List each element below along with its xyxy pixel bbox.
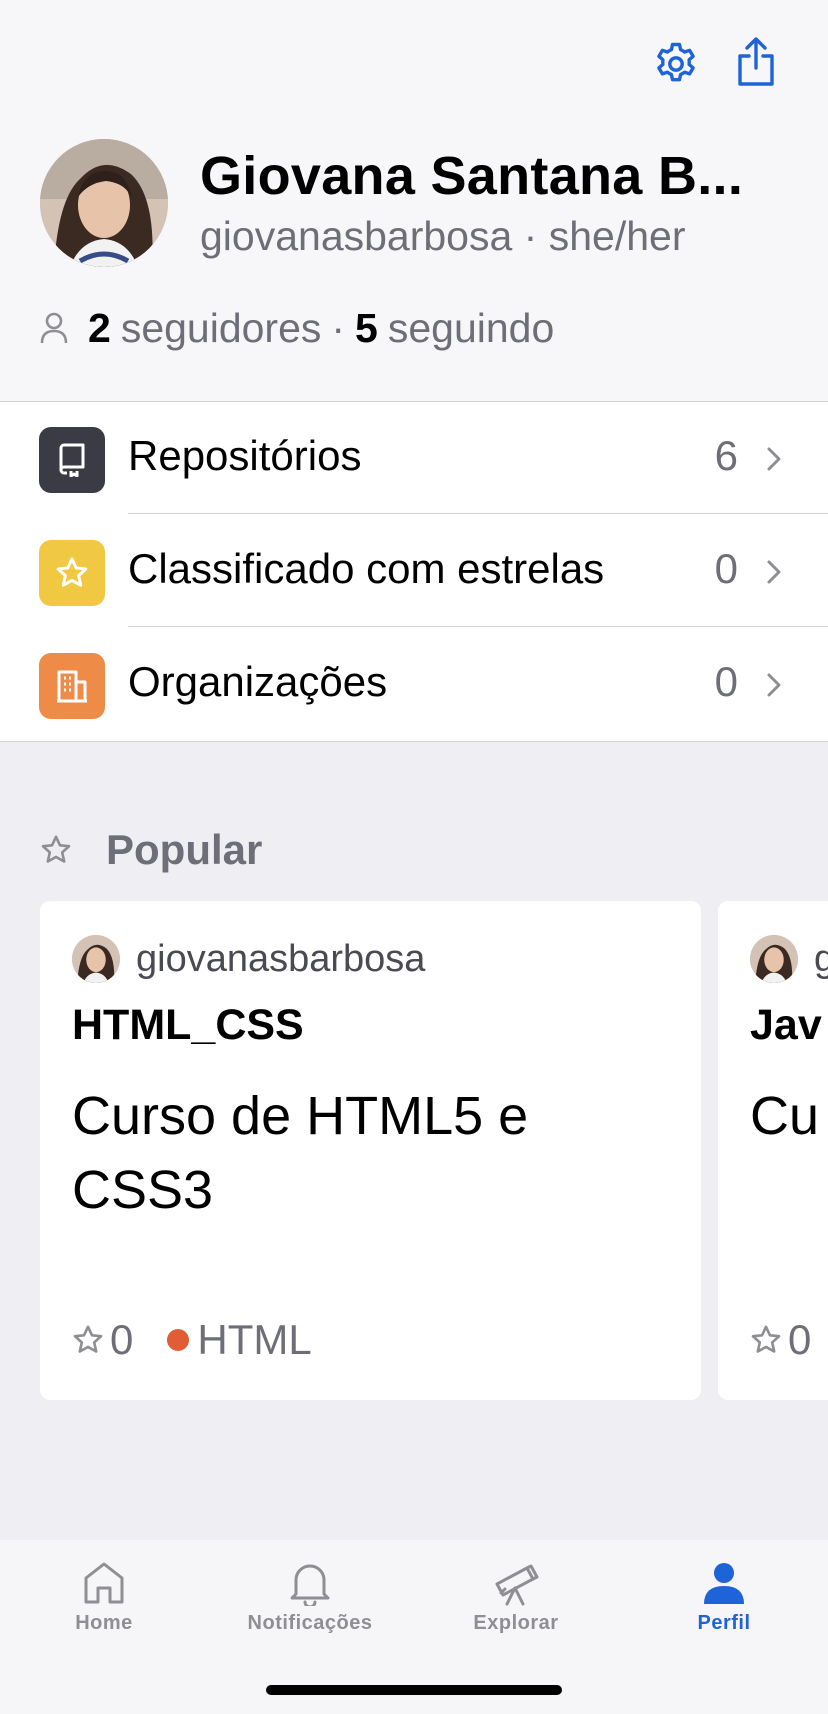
card-stats: 0: [750, 1316, 811, 1364]
tab-notifications[interactable]: Notificações: [230, 1560, 390, 1635]
organization-tile: [39, 653, 105, 719]
owner-avatar: [750, 935, 798, 983]
followers-count: 2: [88, 304, 111, 351]
star-tile: [39, 540, 105, 606]
popular-repo-card[interactable]: giovanasbarbosa HTML_CSS Curso de HTML5 …: [40, 901, 701, 1400]
followers-label: seguidores: [120, 304, 322, 351]
popular-title: Popular: [106, 826, 263, 873]
repo-icon: [59, 443, 85, 477]
share-icon: [738, 37, 774, 86]
star-outline-icon: [41, 835, 71, 863]
following-label: seguindo: [387, 304, 555, 351]
menu-item-label: Repositórios: [128, 432, 362, 479]
card-repo-name: Jav: [750, 1001, 822, 1049]
tab-label: Notificações: [247, 1612, 373, 1634]
divider: [128, 626, 828, 627]
menu-item-organizations[interactable]: Organizações 0: [0, 628, 828, 740]
card-description: Curso de HTML5 e CSS3: [72, 1086, 529, 1220]
menu-item-starred[interactable]: Classificado com estrelas 0: [0, 515, 828, 627]
share-button[interactable]: [732, 36, 780, 88]
card-owner[interactable]: giovanasbarbosa: [72, 935, 425, 983]
tab-home[interactable]: Home: [24, 1560, 184, 1635]
tab-explore[interactable]: Explorar: [436, 1560, 596, 1635]
repo-tile: [39, 427, 105, 493]
settings-button[interactable]: [650, 38, 702, 90]
divider: [128, 513, 828, 514]
avatar-image: [40, 139, 168, 267]
telescope-icon: [495, 1564, 539, 1606]
tab-label: Home: [75, 1612, 133, 1634]
tab-profile[interactable]: Perfil: [644, 1560, 804, 1635]
popular-repo-card-partial[interactable]: g Jav Cu 0: [718, 901, 828, 1400]
home-icon: [84, 1562, 124, 1604]
star-outline-icon: [751, 1325, 781, 1353]
card-stats: 0 HTML: [72, 1316, 312, 1364]
card-owner[interactable]: g: [750, 935, 828, 983]
tab-label: Perfil: [697, 1612, 751, 1634]
person-outline-icon: [40, 312, 68, 344]
menu-item-label: Classificado com estrelas: [128, 545, 605, 592]
menu-item-count: 0: [714, 545, 738, 592]
profile-display-name: Giovana Santana B...: [200, 146, 744, 206]
bell-icon: [290, 1564, 330, 1606]
card-owner-name: giovanasbarbosa: [136, 937, 426, 980]
menu-item-count: 0: [714, 658, 738, 705]
menu-item-count: 6: [714, 432, 738, 479]
menu-item-repositories[interactable]: Repositórios 6: [0, 402, 828, 514]
owner-avatar: [72, 935, 120, 983]
popular-header: Popular: [40, 824, 262, 876]
card-owner-name: g: [814, 937, 828, 980]
card-repo-name: HTML_CSS: [72, 1001, 304, 1049]
star-icon: [56, 557, 88, 587]
profile-menu-list: Repositórios 6 Classificado com estrelas…: [0, 401, 828, 742]
chevron-right-icon: [767, 560, 781, 584]
card-description: Cu: [750, 1086, 820, 1146]
star-outline-icon: [73, 1325, 103, 1353]
card-star-count: 0: [110, 1316, 134, 1363]
chevron-right-icon: [767, 447, 781, 471]
card-language: HTML: [197, 1316, 312, 1363]
home-indicator: [266, 1685, 562, 1695]
organization-icon: [57, 670, 87, 703]
chevron-right-icon: [767, 673, 781, 697]
card-star-count: 0: [788, 1316, 812, 1363]
profile-handle: giovanasbarbosa · she/her: [200, 213, 686, 259]
gear-icon: [657, 42, 695, 82]
followers-row[interactable]: 2 seguidores · 5 seguindo: [40, 304, 554, 352]
menu-item-label: Organizações: [128, 658, 388, 705]
language-color-dot: [167, 1329, 190, 1351]
tab-label: Explorar: [473, 1612, 559, 1634]
separator-dot: ·: [331, 304, 346, 351]
person-icon: [704, 1563, 744, 1604]
following-count: 5: [355, 304, 378, 351]
profile-avatar[interactable]: [40, 139, 168, 267]
